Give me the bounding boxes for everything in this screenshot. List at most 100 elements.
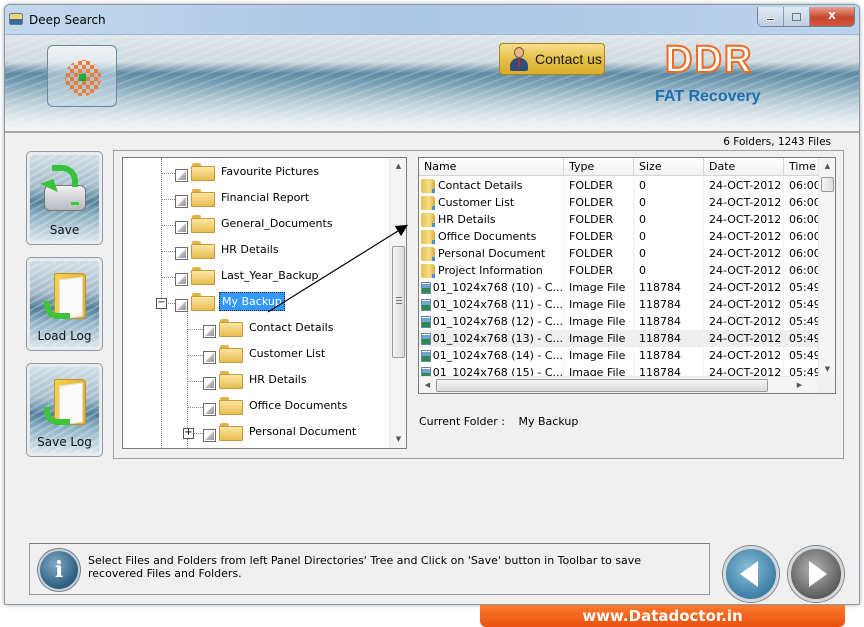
cell-type: FOLDER xyxy=(564,245,634,262)
file-list-row[interactable]: 01_1024x768 (10) - C... Image File 118784 2… xyxy=(419,279,819,296)
list-horizontal-thumb[interactable] xyxy=(436,379,768,392)
file-list-header: Name Type Size Date Time xyxy=(419,158,819,176)
image-file-icon xyxy=(421,332,431,345)
column-name[interactable]: Name xyxy=(419,158,564,176)
cell-size: 118784 xyxy=(634,313,704,330)
file-list-row[interactable]: 01_1024x768 (12) - C... Image File 118784 2… xyxy=(419,313,819,330)
tree-item[interactable]: Financial Report xyxy=(175,186,311,208)
tree-item[interactable]: General_Documents xyxy=(175,212,335,234)
file-list-row[interactable]: Contact Details FOLDER 0 24-OCT-2012 06:00 xyxy=(419,177,819,194)
tree-item[interactable]: My Backup xyxy=(175,290,285,312)
tree-item-label: Customer List xyxy=(249,346,326,360)
cell-size: 0 xyxy=(634,262,704,279)
folder-file-count: 6 Folders, 1243 Files xyxy=(723,136,831,148)
cell-name: Project Information xyxy=(419,262,564,279)
cell-time: 05:49 xyxy=(784,347,819,364)
tree-item-checkbox[interactable] xyxy=(175,298,188,312)
folder-icon xyxy=(219,423,243,441)
column-date[interactable]: Date xyxy=(704,158,784,176)
file-list-row[interactable]: 01_1024x768 (14) - C... Image File 118784 2… xyxy=(419,347,819,364)
directory-tree[interactable]: Favourite Pictures Financial Report Genera… xyxy=(122,157,407,449)
tree-item-checkbox[interactable] xyxy=(203,350,216,364)
tree-item[interactable]: Contact Details xyxy=(203,316,335,338)
cell-size: 118784 xyxy=(634,347,704,364)
cell-time: 06:00 xyxy=(784,228,819,245)
list-horizontal-scrollbar[interactable]: ◀ ▶ xyxy=(419,376,819,393)
contact-us-button[interactable]: Contact us xyxy=(499,43,605,75)
column-size[interactable]: Size xyxy=(634,158,704,176)
expand-toggle[interactable]: + xyxy=(183,428,194,439)
tree-item-checkbox[interactable] xyxy=(175,272,188,286)
tree-item[interactable]: Customer List xyxy=(203,342,327,364)
file-list-row[interactable]: HR Details FOLDER 0 24-OCT-2012 06:00 xyxy=(419,211,819,228)
tree-item-checkbox[interactable] xyxy=(203,376,216,390)
column-type[interactable]: Type xyxy=(564,158,634,176)
list-vertical-scrollbar[interactable]: ▲ ▼ xyxy=(818,158,835,378)
folder-icon xyxy=(191,267,215,285)
folder-icon xyxy=(219,371,243,389)
cell-type: Image File xyxy=(564,347,634,364)
scroll-up-arrow[interactable]: ▲ xyxy=(819,158,835,175)
load-log-button-label: Load Log xyxy=(37,329,92,343)
title-bar: Deep Search X xyxy=(5,5,859,35)
scroll-up-arrow[interactable]: ▲ xyxy=(390,158,406,175)
collapse-toggle[interactable]: − xyxy=(156,298,167,309)
folder-icon xyxy=(421,229,435,244)
cell-type: FOLDER xyxy=(564,262,634,279)
tree-item-label: General_Documents xyxy=(221,216,333,230)
file-list-row[interactable]: 01_1024x768 (11) - C... Image File 118784 2… xyxy=(419,296,819,313)
green-arrow-icon xyxy=(44,301,70,319)
tree-vertical-scrollbar[interactable]: ▲ ▼ xyxy=(389,158,406,448)
tree-item-checkbox[interactable] xyxy=(175,168,188,182)
file-list-row[interactable]: Personal Document FOLDER 0 24-OCT-2012 06:00 xyxy=(419,245,819,262)
scroll-left-arrow[interactable]: ◀ xyxy=(419,377,436,393)
file-list[interactable]: Name Type Size Date Time Contact Details… xyxy=(418,157,836,394)
save-log-button[interactable]: Save Log xyxy=(26,363,103,457)
minimize-button[interactable] xyxy=(758,7,784,26)
column-time[interactable]: Time xyxy=(784,158,819,176)
tree-item[interactable]: HR Details xyxy=(175,238,281,260)
window-title: Deep Search xyxy=(29,13,106,27)
tree-item-checkbox[interactable] xyxy=(203,428,216,442)
load-log-button[interactable]: Load Log xyxy=(26,257,103,351)
current-folder-label: Current Folder : xyxy=(419,415,506,428)
tree-item-checkbox[interactable] xyxy=(175,220,188,234)
cell-size: 0 xyxy=(634,245,704,262)
app-logo-button[interactable] xyxy=(47,45,117,107)
maximize-button[interactable] xyxy=(784,7,810,26)
tree-item-checkbox[interactable] xyxy=(203,402,216,416)
back-button[interactable] xyxy=(723,546,779,602)
next-button[interactable] xyxy=(788,546,844,602)
cell-name: 01_1024x768 (12) - C... xyxy=(419,313,564,330)
tree-item-checkbox[interactable] xyxy=(203,324,216,338)
cell-date: 24-OCT-2012 xyxy=(704,177,784,194)
tree-item[interactable]: Last_Year_Backup xyxy=(175,264,321,286)
cell-date: 24-OCT-2012 xyxy=(704,279,784,296)
cell-type: FOLDER xyxy=(564,211,634,228)
folder-icon xyxy=(421,246,435,261)
tree-item[interactable]: Personal Document xyxy=(203,420,358,442)
close-button[interactable]: X xyxy=(810,7,854,26)
cell-date: 24-OCT-2012 xyxy=(704,330,784,347)
cell-date: 24-OCT-2012 xyxy=(704,262,784,279)
file-name: Office Documents xyxy=(438,230,537,243)
tree-item[interactable]: Favourite Pictures xyxy=(175,160,321,182)
tree-scroll-thumb[interactable] xyxy=(392,246,405,358)
website-link[interactable]: www.Datadoctor.in xyxy=(480,605,845,627)
save-button[interactable]: Save xyxy=(26,151,103,245)
cell-date: 24-OCT-2012 xyxy=(704,313,784,330)
file-list-row[interactable]: Customer List FOLDER 0 24-OCT-2012 06:00 xyxy=(419,194,819,211)
file-list-row[interactable]: Office Documents FOLDER 0 24-OCT-2012 06:00 xyxy=(419,228,819,245)
app-icon xyxy=(9,13,23,25)
file-list-row[interactable]: 01_1024x768 (13) - C... Image File 118784 2… xyxy=(419,330,819,347)
cell-date: 24-OCT-2012 xyxy=(704,347,784,364)
tree-item-checkbox[interactable] xyxy=(175,246,188,260)
list-scroll-thumb[interactable] xyxy=(821,177,834,192)
file-list-row[interactable]: Project Information FOLDER 0 24-OCT-2012 06:… xyxy=(419,262,819,279)
info-icon: i xyxy=(38,549,80,591)
tree-item[interactable]: HR Details xyxy=(203,368,309,390)
scroll-down-arrow[interactable]: ▼ xyxy=(390,431,406,448)
tree-item-checkbox[interactable] xyxy=(175,194,188,208)
tree-item[interactable]: Office Documents xyxy=(203,394,349,416)
scroll-right-arrow[interactable]: ▶ xyxy=(791,377,808,393)
